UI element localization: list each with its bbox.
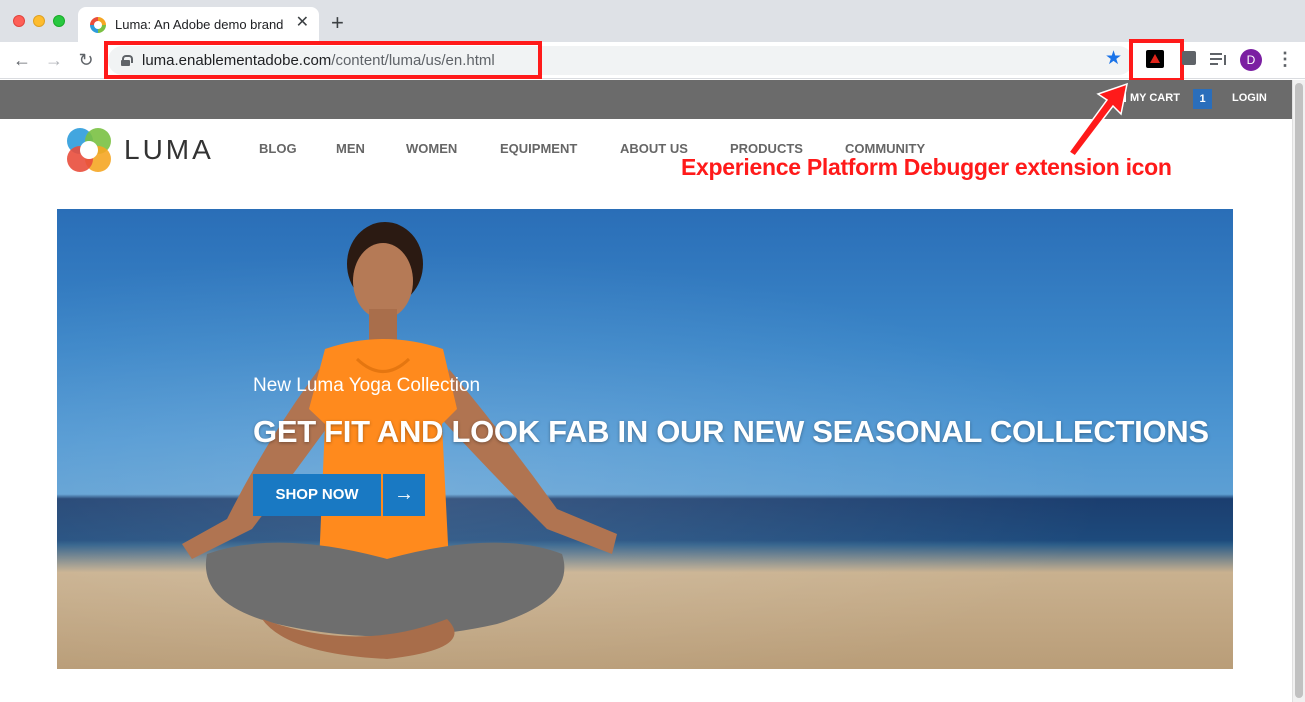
nav-women[interactable]: WOMEN bbox=[406, 141, 457, 156]
bookmark-star-icon[interactable]: ★ bbox=[1105, 49, 1122, 69]
media-playlist-icon[interactable] bbox=[1210, 52, 1227, 66]
nav-equipment[interactable]: EQUIPMENT bbox=[500, 141, 577, 156]
reload-button[interactable]: ↻ bbox=[74, 48, 98, 72]
new-tab-button[interactable]: + bbox=[331, 11, 344, 35]
back-button[interactable]: ← bbox=[10, 48, 34, 72]
close-window-button[interactable] bbox=[13, 15, 25, 27]
nav-about-us[interactable]: ABOUT US bbox=[620, 141, 688, 156]
browser-window: Luma: An Adobe demo brand ✕ + ← → ↻ luma… bbox=[0, 0, 1305, 702]
forward-button[interactable]: → bbox=[42, 48, 66, 72]
zoom-window-button[interactable] bbox=[53, 15, 65, 27]
scroll-thumb[interactable] bbox=[1295, 83, 1303, 698]
hero-subtitle: New Luma Yoga Collection bbox=[253, 375, 481, 396]
luma-logo-icon[interactable] bbox=[67, 128, 111, 172]
shop-now-button[interactable]: SHOP NOW bbox=[253, 474, 381, 516]
url-highlight-box bbox=[104, 41, 542, 79]
nav-blog[interactable]: BLOG bbox=[259, 141, 297, 156]
browser-menu-icon[interactable]: ⋮ bbox=[1276, 48, 1294, 70]
cart-count-badge[interactable]: 1 bbox=[1193, 89, 1212, 109]
hero-banner[interactable]: New Luma Yoga Collection GET FIT AND LOO… bbox=[57, 209, 1233, 669]
shop-now-arrow-icon[interactable]: → bbox=[383, 474, 425, 516]
profile-avatar[interactable]: D bbox=[1240, 49, 1262, 71]
extensions-puzzle-icon[interactable] bbox=[1182, 51, 1196, 65]
hero-title: GET FIT AND LOOK FAB IN OUR NEW SEASONAL… bbox=[253, 414, 1209, 449]
tab-title: Luma: An Adobe demo brand bbox=[115, 17, 284, 32]
tab-luma[interactable]: Luma: An Adobe demo brand ✕ bbox=[78, 7, 319, 42]
cart-label: MY CART bbox=[1130, 92, 1180, 104]
annotation-arrow-icon bbox=[1067, 82, 1128, 158]
extension-highlight-box bbox=[1129, 39, 1184, 82]
tab-strip: Luma: An Adobe demo brand ✕ + bbox=[0, 0, 1305, 42]
minimize-window-button[interactable] bbox=[33, 15, 45, 27]
login-link[interactable]: LOGIN bbox=[1232, 92, 1267, 104]
annotation-label: Experience Platform Debugger extension i… bbox=[681, 154, 1172, 180]
nav-men[interactable]: MEN bbox=[336, 141, 365, 156]
luma-favicon-icon bbox=[90, 17, 106, 33]
page-scrollbar[interactable] bbox=[1292, 80, 1305, 702]
tab-close-icon[interactable]: ✕ bbox=[296, 14, 309, 32]
luma-logo-text[interactable]: LUMA bbox=[124, 134, 214, 166]
